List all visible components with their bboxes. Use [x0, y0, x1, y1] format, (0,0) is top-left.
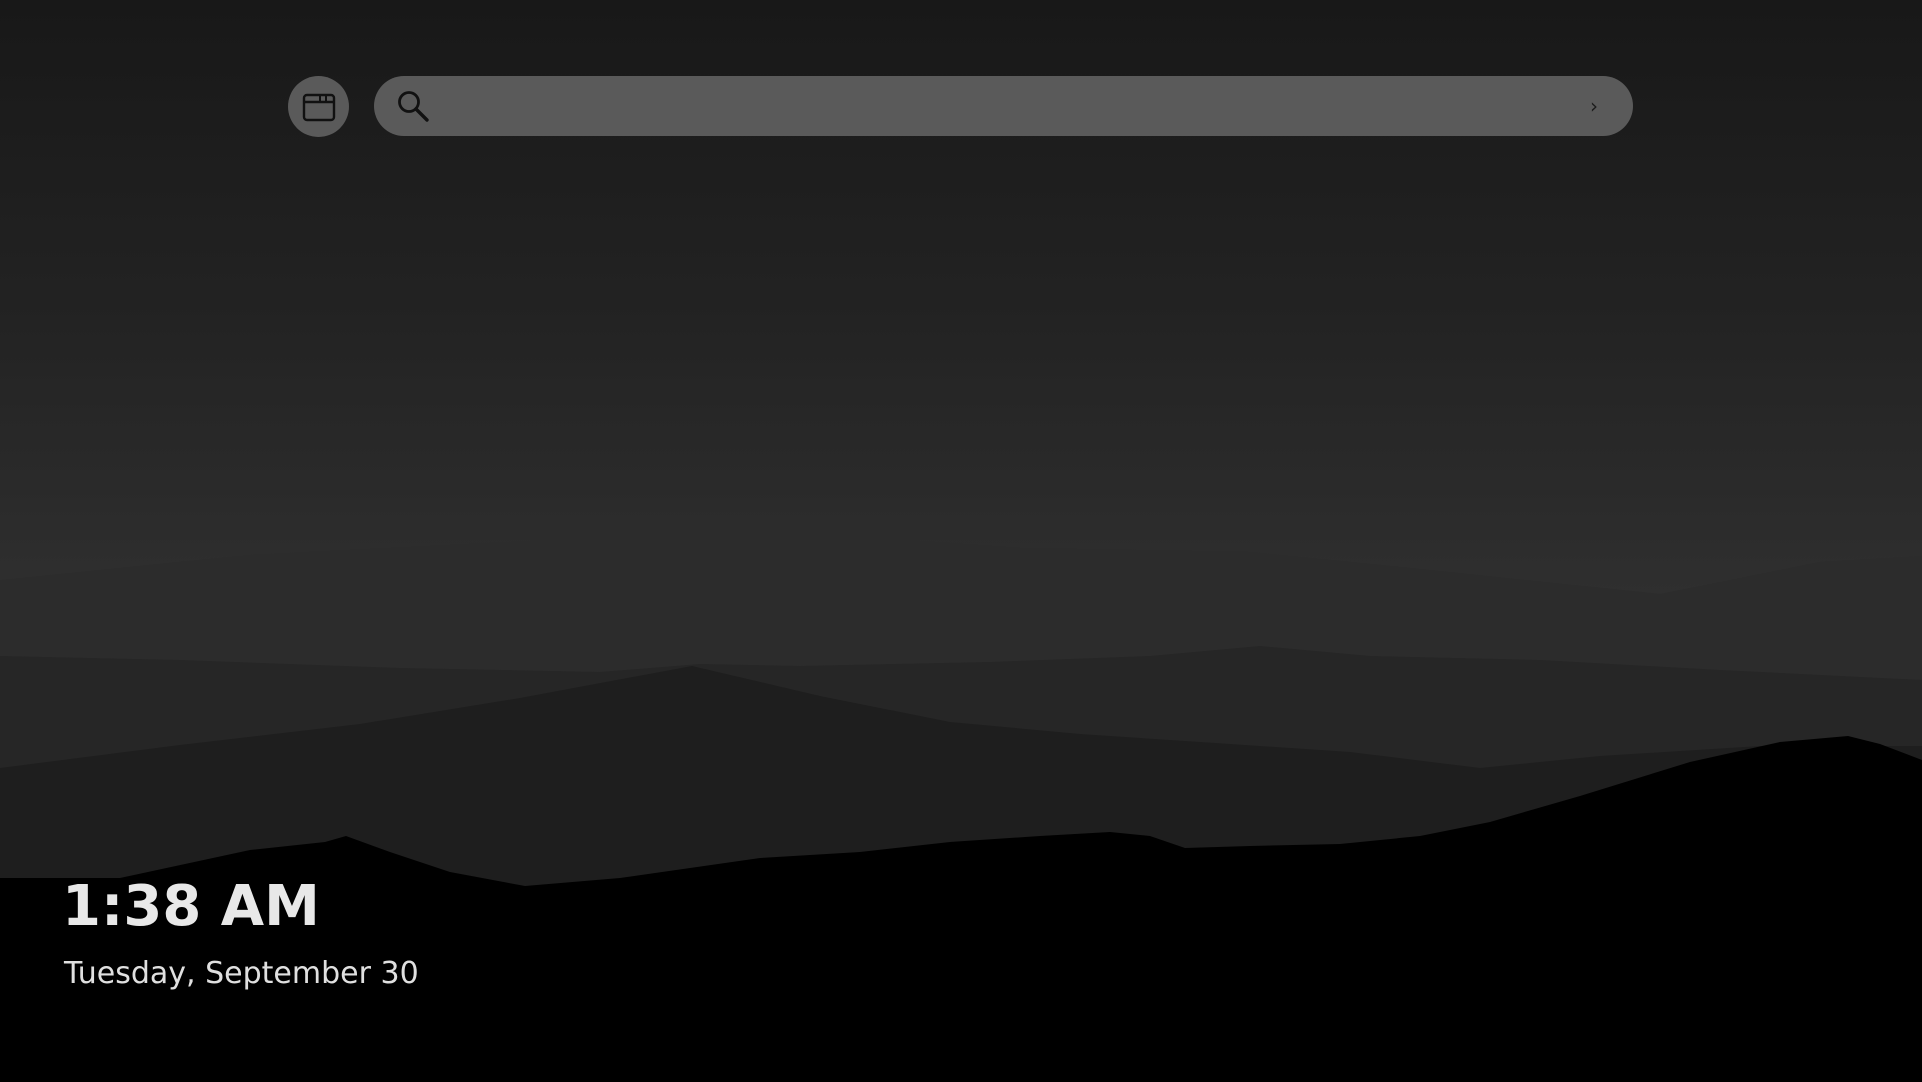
clock-date: Tuesday, September 30	[64, 956, 419, 991]
top-bar: ›	[288, 76, 1633, 137]
search-submit-chevron-icon[interactable]: ›	[1583, 91, 1605, 121]
browser-window-icon	[302, 93, 335, 121]
tab-switcher-button[interactable]	[288, 76, 349, 137]
search-bar[interactable]: ›	[374, 76, 1633, 136]
search-icon	[398, 91, 429, 122]
search-input[interactable]	[444, 86, 1558, 128]
desktop-screen: › 1:38 AM Tuesday, September 30	[0, 0, 1922, 1082]
clock-time: 1:38 AM	[62, 874, 320, 939]
